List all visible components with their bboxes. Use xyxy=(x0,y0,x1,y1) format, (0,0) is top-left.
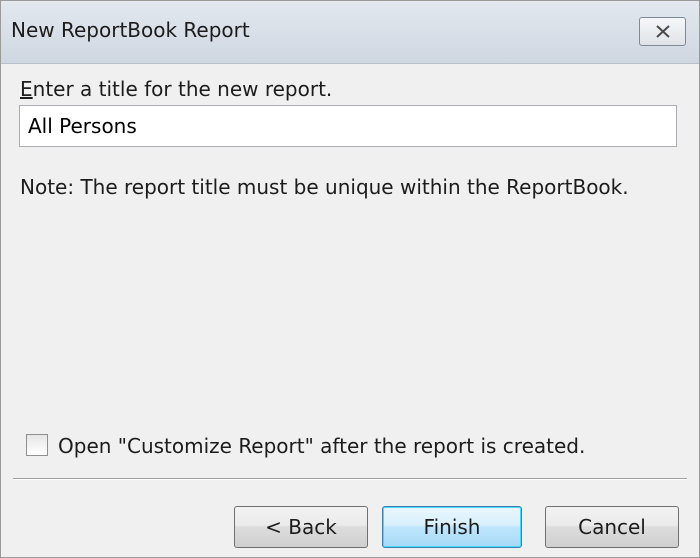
report-title-input[interactable] xyxy=(19,105,677,147)
access-key-letter: E xyxy=(20,77,33,101)
close-icon xyxy=(656,25,670,38)
title-prompt-label: Enter a title for the new report. xyxy=(20,77,332,101)
title-bar[interactable]: New ReportBook Report xyxy=(1,1,699,64)
prompt-text: nter a title for the new report. xyxy=(32,77,333,101)
open-customize-label[interactable]: Open "Customize Report" after the report… xyxy=(58,434,585,458)
dialog-title: New ReportBook Report xyxy=(11,18,250,42)
open-customize-checkbox[interactable] xyxy=(26,434,48,456)
close-button[interactable] xyxy=(639,17,686,46)
finish-button[interactable]: Finish xyxy=(382,506,522,548)
new-reportbook-report-dialog: New ReportBook Report Enter a title for … xyxy=(0,0,700,558)
uniqueness-note: Note: The report title must be unique wi… xyxy=(20,175,629,199)
back-button[interactable]: < Back xyxy=(234,506,368,548)
cancel-button[interactable]: Cancel xyxy=(545,506,679,548)
separator-line xyxy=(13,478,687,480)
